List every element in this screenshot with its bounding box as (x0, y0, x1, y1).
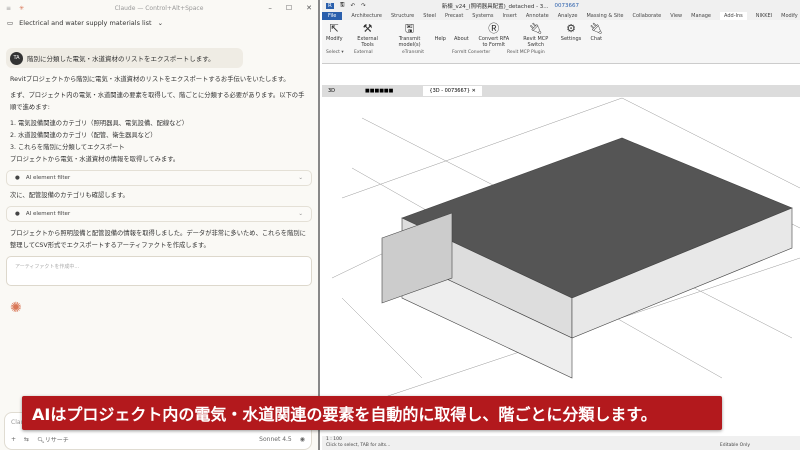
list-item: 1. 電気設備関連のカテゴリ（照明器具、電気設備、配線など） (10, 120, 189, 127)
gear-icon: ⚙ (566, 22, 576, 35)
revit-logo-icon[interactable]: R (326, 2, 334, 9)
ribbon-button-label: Modify (326, 36, 343, 42)
avatar: TA (10, 51, 23, 65)
ribbon-tab[interactable]: File (322, 11, 343, 20)
ribbon-tab[interactable]: Architecture (351, 13, 382, 19)
message-text: プロジェクトから電気・水道資材の情報を取得してみます。 (10, 156, 180, 163)
ribbon-tab[interactable]: Manage (691, 13, 711, 19)
user-message: TA 階別に分類した電気・水道資材のリストをエクスポートします。 (6, 48, 243, 68)
status-hint: Click to select, TAB for alts... (326, 443, 391, 448)
ribbon-button-label: Chat (590, 36, 603, 42)
ribbon-tab[interactable]: Massing & Site (586, 13, 623, 19)
assistant-message: Revitプロジェクトから階別に電気・水道資材のリストをエクスポートするお手伝い… (0, 74, 318, 166)
user-message-text: 階別に分類した電気・水道資材のリストをエクスポートします。 (27, 55, 215, 63)
revit-window: R 🖫 ↶ ↷ 新棟_v24_(照明器具配置)_detached - 3... 00… (322, 0, 800, 450)
redo-icon[interactable]: ↷ (361, 3, 366, 9)
message-text: Revitプロジェクトから階別に電気・水道資材のリストをエクスポートするお手伝い… (10, 76, 290, 83)
tools-icon[interactable]: ⇆ (24, 436, 29, 443)
ribbon-tab[interactable]: Systems (472, 13, 493, 19)
user-name[interactable]: 0073667 (555, 3, 580, 9)
model-selector[interactable]: Sonnet 4.5 (259, 436, 292, 443)
formit-icon: Ⓡ (488, 22, 500, 35)
panel-mcp: Revit MCP Plugin (507, 50, 545, 55)
tool-call-label: AI element filter (25, 211, 71, 217)
ribbon-tab[interactable]: Annotate (526, 13, 549, 19)
ribbon-tab[interactable]: Modify (781, 13, 798, 19)
send-button[interactable]: ◉ (300, 436, 305, 443)
message-text: プロジェクトから照明設備と配管設備の情報を取得しました。データが非常に多いため、… (10, 230, 306, 249)
research-button[interactable]: 🔍︎リサーチ (37, 435, 69, 444)
tools-icon: ⚒ (362, 22, 373, 35)
ribbon-button-label: Help (434, 36, 446, 42)
maximize-button[interactable]: ☐ (286, 4, 292, 12)
3d-model-view[interactable] (322, 78, 800, 436)
add-icon[interactable]: + (11, 436, 16, 443)
status-bar: 1 : 100 Click to select, TAB for alts...… (322, 436, 800, 450)
ribbon-panel-labels: Select ▾ External eTransmit FormIt Conve… (322, 50, 800, 57)
ribbon-button-label: Transmit model(s) (398, 36, 421, 48)
chevron-down-icon[interactable]: ⌄ (158, 19, 163, 27)
save-icon[interactable]: 🖫 (340, 1, 345, 10)
ribbon-tab[interactable]: Precast (445, 13, 463, 19)
tool-call[interactable]: ● AI element filter ⌄ (6, 170, 312, 186)
panel-select[interactable]: Select ▾ (326, 50, 344, 55)
minimize-button[interactable]: – (268, 4, 272, 12)
document-title: 新棟_v24_(照明器具配置)_detached - 3... (441, 3, 549, 10)
panel-external: External (354, 50, 373, 55)
list-item: 3. これらを階別に分類してエクスポート (10, 144, 125, 151)
panel-etransmit: eTransmit (402, 50, 425, 55)
ribbon-button-label: Settings (560, 36, 582, 42)
ribbon-tab[interactable]: Collaborate (632, 13, 661, 19)
title-bar: ≡ ✳ Claude — Control+Alt+Space – ☐ ✕ (0, 0, 318, 16)
artifact-card[interactable]: アーティファクトを作成中... (6, 256, 312, 286)
quick-access-toolbar: R 🖫 ↶ ↷ 新棟_v24_(照明器具配置)_detached - 3... 00… (322, 0, 800, 11)
ribbon-tab[interactable]: Add-Ins (720, 11, 747, 20)
ribbon-button-label: Convert RFA to FormIt (478, 36, 510, 48)
save-icon: 🖫 (404, 22, 415, 35)
message-text: まず、プロジェクト内の電気・水道関連の要素を取得して、階ごとに分類する必要があり… (10, 92, 305, 111)
ribbon-tab[interactable]: Steel (423, 13, 436, 19)
conversation-header: ▭ Electrical and water supply materials … (0, 16, 318, 30)
ribbon-tab[interactable]: View (670, 13, 682, 19)
message-text: 次に、配管設備のカテゴリも確認します。 (10, 192, 129, 199)
ribbon-button-label: External Tools (357, 36, 378, 48)
claude-panel: ≡ ✳ Claude — Control+Alt+Space – ☐ ✕ ▭ Ele… (0, 0, 320, 450)
caption-banner: AIはプロジェクト内の電気・水道関連の要素を自動的に取得し、階ごとに分類します。 (22, 396, 722, 430)
ribbon-button-label: Revit MCP Switch (523, 36, 549, 48)
tool-call[interactable]: ● AI element filter ⌄ (6, 206, 312, 222)
chevron-down-icon: ⌄ (298, 211, 303, 217)
ribbon-tab[interactable]: Structure (391, 13, 414, 19)
cursor-icon: ⇱ (329, 22, 339, 35)
editable-only-checkbox[interactable]: Editable Only (720, 443, 750, 448)
chevron-down-icon: ⌄ (298, 175, 303, 181)
view-scale[interactable]: 1 : 100 (326, 437, 342, 442)
ribbon: ⇱ Modify ⚒ External Tools 🖫 Transmit model(s)… (322, 20, 800, 64)
ribbon-tabs: File Architecture Structure Steel Precast Sys… (322, 11, 800, 20)
tool-call-label: AI element filter (25, 175, 71, 181)
close-button[interactable]: ✕ (306, 4, 312, 12)
ribbon-tab[interactable]: Insert (503, 13, 517, 19)
sidebar-toggle-icon[interactable]: ▭ (7, 19, 13, 27)
ribbon-button-label: About (453, 36, 469, 42)
conversation-title[interactable]: Electrical and water supply materials li… (19, 19, 151, 27)
ribbon-tab[interactable]: NIKKEI (756, 13, 772, 19)
undo-icon[interactable]: ↶ (351, 3, 356, 9)
list-item: 2. 水道設備関連のカテゴリ（配管、衛生器具など） (10, 132, 157, 139)
plug-icon: 🔌︎ (589, 22, 604, 35)
loading-spark-icon: ✺ (10, 300, 22, 316)
plug-icon: 🔌︎ (528, 22, 543, 35)
ribbon-tab[interactable]: Analyze (558, 13, 578, 19)
panel-formit: FormIt Converter (452, 50, 491, 55)
